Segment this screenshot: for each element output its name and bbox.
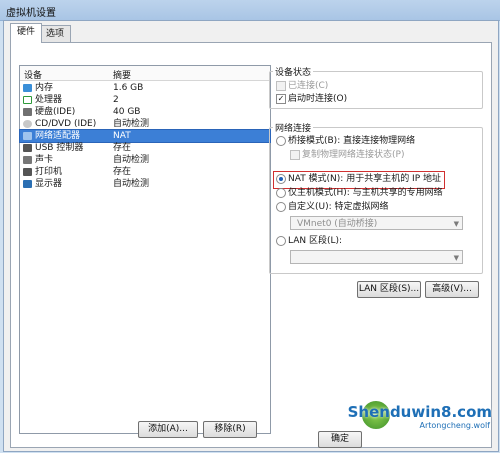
- device-row-display[interactable]: 显示器 自动检测: [20, 178, 270, 190]
- custom-radio[interactable]: [276, 202, 286, 212]
- cd-icon: [23, 120, 32, 128]
- harddisk-icon: [23, 108, 32, 116]
- custom-option[interactable]: 自定义(U): 特定虚拟网络: [276, 201, 389, 213]
- device-row-harddisk[interactable]: 硬盘(IDE) 40 GB: [20, 106, 270, 118]
- device-name: 硬盘(IDE): [35, 107, 76, 117]
- device-row-memory[interactable]: 内存 1.6 GB: [20, 82, 270, 94]
- tab-hardware[interactable]: 硬件: [10, 23, 43, 43]
- network-icon: [23, 132, 32, 140]
- nat-label: NAT 模式(N): 用于共享主机的 IP 地址: [288, 174, 442, 184]
- device-row-printer[interactable]: 打印机 存在: [20, 166, 270, 178]
- connect-on-power-row[interactable]: ✓ 启动时连接(O): [276, 93, 347, 105]
- replicate-option[interactable]: 复制物理网络连接状态(P): [290, 149, 404, 161]
- device-row-usb-controller[interactable]: USB 控制器 存在: [20, 142, 270, 154]
- host-only-label: 仅主机模式(H): 与主机共享的专用网络: [288, 188, 443, 198]
- device-name: 打印机: [35, 167, 63, 177]
- device-row-cd-dvd[interactable]: CD/DVD (IDE) 自动检测: [20, 118, 270, 130]
- replicate-label: 复制物理网络连接状态(P): [302, 150, 405, 160]
- sound-icon: [23, 156, 32, 164]
- device-summary: NAT: [113, 131, 131, 141]
- site-watermark: Shenduwin8.com Artongcheng.wolf: [342, 395, 492, 435]
- nat-option[interactable]: NAT 模式(N): 用于共享主机的 IP 地址: [276, 173, 441, 185]
- device-summary: 2: [113, 95, 119, 105]
- nat-radio[interactable]: [276, 174, 286, 184]
- connected-checkbox[interactable]: [276, 81, 286, 91]
- connect-on-power-checkbox[interactable]: ✓: [276, 94, 286, 104]
- device-summary: 1.6 GB: [113, 83, 144, 93]
- lan-segment-radio[interactable]: [276, 236, 286, 246]
- device-row-sound-card[interactable]: 声卡 自动检测: [20, 154, 270, 166]
- connected-checkbox-row[interactable]: 已连接(C): [276, 80, 328, 92]
- advanced-button[interactable]: 高级(V)...: [425, 281, 479, 298]
- chevron-down-icon: ▼: [453, 254, 459, 262]
- device-name: 显示器: [35, 179, 63, 189]
- watermark-text: Shenduwin8.com: [347, 403, 492, 421]
- device-summary: 存在: [113, 167, 132, 177]
- device-summary: 40 GB: [113, 107, 141, 117]
- network-connection-title: 网络连接: [273, 121, 314, 134]
- usb-icon: [23, 144, 32, 152]
- custom-network-value: VMnet0 (自动桥接): [297, 219, 378, 229]
- lan-segments-button[interactable]: LAN 区段(S)...: [357, 281, 421, 298]
- device-name: CD/DVD (IDE): [35, 119, 97, 129]
- connect-on-power-label: 启动时连接(O): [288, 94, 348, 104]
- connected-label: 已连接(C): [288, 81, 329, 91]
- device-summary: 自动检测: [113, 119, 150, 129]
- custom-label: 自定义(U): 特定虚拟网络: [288, 202, 389, 212]
- column-header-device[interactable]: 设备: [24, 68, 42, 81]
- hardware-panel: 设备 摘要 内存 1.6 GB 处理器 2 硬盘(IDE) 40 GB CD/D…: [10, 42, 492, 448]
- bridged-radio[interactable]: [276, 136, 286, 146]
- host-only-radio[interactable]: [276, 188, 286, 198]
- device-name: 声卡: [35, 155, 54, 165]
- device-list: 设备 摘要 内存 1.6 GB 处理器 2 硬盘(IDE) 40 GB CD/D…: [19, 65, 271, 434]
- lan-segment-label: LAN 区段(L):: [288, 236, 343, 246]
- display-icon: [23, 180, 32, 188]
- device-list-header: 设备 摘要: [20, 66, 270, 81]
- device-row-network-adapter[interactable]: 网络适配器 NAT: [19, 129, 271, 143]
- chevron-down-icon: ▼: [453, 220, 459, 228]
- printer-icon: [23, 168, 32, 176]
- memory-icon: [23, 84, 32, 92]
- processor-icon: [23, 96, 32, 104]
- add-device-button[interactable]: 添加(A)...: [138, 421, 198, 438]
- lan-segment-select[interactable]: ▼: [290, 250, 463, 264]
- host-only-option[interactable]: 仅主机模式(H): 与主机共享的专用网络: [276, 187, 443, 199]
- watermark-subtext: Artongcheng.wolf: [419, 421, 491, 430]
- device-name: USB 控制器: [35, 143, 84, 153]
- device-summary: 自动检测: [113, 155, 150, 165]
- bridged-label: 桥接模式(B): 直接连接物理网络: [288, 136, 416, 146]
- remove-device-button[interactable]: 移除(R): [203, 421, 257, 438]
- custom-network-select[interactable]: VMnet0 (自动桥接) ▼: [290, 216, 463, 230]
- tab-options[interactable]: 选项: [39, 25, 72, 42]
- window-title: 虚拟机设置: [6, 8, 56, 19]
- device-name: 网络适配器: [35, 131, 81, 141]
- device-row-processor[interactable]: 处理器 2: [20, 94, 270, 106]
- device-name: 处理器: [35, 95, 63, 105]
- lan-segment-option[interactable]: LAN 区段(L):: [276, 235, 342, 247]
- device-summary: 存在: [113, 143, 132, 153]
- device-name: 内存: [35, 83, 54, 93]
- device-status-title: 设备状态: [273, 65, 314, 78]
- device-summary: 自动检测: [113, 179, 150, 189]
- column-header-summary[interactable]: 摘要: [113, 68, 131, 81]
- title-bar: 虚拟机设置: [0, 0, 500, 21]
- dialog-body: 硬件 选项 设备 摘要 内存 1.6 GB 处理器 2 硬盘(IDE) 40 G…: [3, 20, 499, 452]
- replicate-checkbox[interactable]: [290, 150, 300, 160]
- bridged-option[interactable]: 桥接模式(B): 直接连接物理网络: [276, 135, 415, 147]
